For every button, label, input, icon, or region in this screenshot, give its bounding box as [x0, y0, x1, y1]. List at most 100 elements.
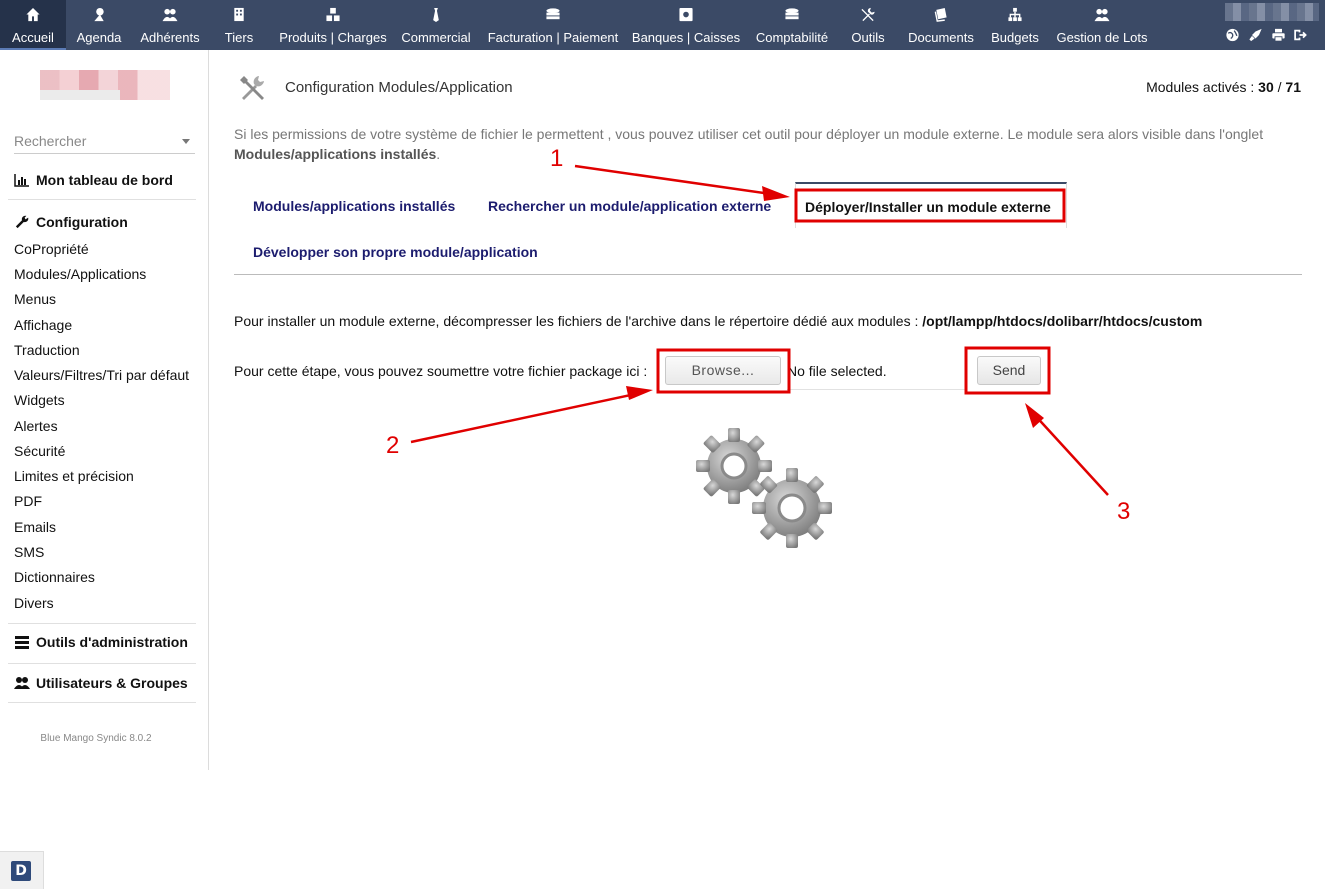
intro-text-end: . [436, 146, 441, 162]
top-right-tools [1219, 0, 1319, 50]
intro-text: Si les permissions de votre système de f… [234, 124, 1296, 164]
sidebar-config-item[interactable]: Sécurité [14, 443, 65, 459]
search-placeholder: Rechercher [14, 133, 87, 149]
annotation-number-3: 3 [1117, 498, 1131, 525]
install-path: /opt/lampp/htdocs/dolibarr/htdocs/custom [922, 313, 1203, 329]
sidebar-item-dashboard[interactable]: Mon tableau de bord [14, 170, 173, 192]
nav-item-label: Facturation | Paiement [487, 30, 619, 45]
install-instructions-text: Pour installer un module externe, décomp… [234, 313, 919, 329]
divider [8, 702, 196, 703]
nav-item-accueil[interactable]: Accueil [0, 0, 66, 50]
nav-item-label: Accueil [12, 30, 54, 45]
nav-item-label: Comptabilité [755, 30, 829, 45]
tools-icon [861, 7, 875, 22]
building-icon [234, 7, 244, 22]
sidebar-config-item[interactable]: Traduction [14, 342, 80, 358]
agenda-icon [94, 7, 104, 22]
wrench-icon [15, 215, 29, 229]
sidebar-config-item[interactable]: CoPropriété [14, 241, 89, 257]
budgets-icon [1008, 7, 1022, 22]
sidebar-config-item[interactable]: Affichage [14, 317, 72, 333]
sidebar-config-item[interactable]: SMS [14, 544, 44, 560]
commercial-icon [433, 7, 439, 22]
tab-develop-own[interactable]: Développer son propre module/application [253, 244, 538, 260]
file-status: No file selected. [787, 363, 887, 379]
sidebar-item-configuration[interactable]: Configuration [14, 212, 128, 234]
bank-icon [679, 7, 693, 22]
sidebar-config-item[interactable]: Menus [14, 291, 56, 307]
bar-chart-icon [14, 174, 29, 187]
nav-item-comptabilit[interactable]: Comptabilité [748, 0, 836, 50]
nav-item-budgets[interactable]: Budgets [984, 0, 1046, 50]
sidebar-config-item[interactable]: Alertes [14, 418, 58, 434]
sidebar-search-select[interactable]: Rechercher [14, 130, 195, 154]
modules-count-label: Modules activés : [1146, 79, 1255, 95]
sidebar-config-item[interactable]: Modules/Applications [14, 266, 146, 282]
sidebar-config-item[interactable]: Widgets [14, 392, 65, 408]
sidebar-item-label: Utilisateurs & Groupes [36, 675, 188, 691]
sidebar-config-item[interactable]: PDF [14, 493, 42, 509]
tab-search-external[interactable]: Rechercher un module/application externe [488, 198, 771, 214]
nav-item-documents[interactable]: Documents [899, 0, 983, 50]
sidebar-config-item[interactable]: Valeurs/Filtres/Tri par défaut [14, 367, 189, 383]
file-field-underline [787, 389, 967, 390]
print-icon[interactable] [1271, 28, 1286, 42]
rocket-icon[interactable] [1248, 28, 1263, 42]
modules-active: 30 [1258, 79, 1274, 95]
modules-total: 71 [1285, 79, 1301, 95]
globe-icon[interactable] [1225, 28, 1240, 42]
annotation-number-2: 2 [386, 432, 400, 459]
nav-item-banques-caisses[interactable]: Banques | Caisses [627, 0, 745, 50]
sidebar-item-label: Outils d'administration [36, 634, 188, 650]
nav-item-adh-rents[interactable]: Adhérents [133, 0, 207, 50]
tools-icon [240, 76, 264, 100]
accounting-icon [785, 8, 799, 20]
nav-item-label: Gestion de Lots [1056, 30, 1148, 45]
gears-icon [696, 428, 832, 548]
install-instructions: Pour installer un module externe, décomp… [234, 313, 1202, 329]
divider [8, 199, 196, 200]
sidebar-item-label: Configuration [36, 214, 128, 230]
nav-item-label: Commercial [401, 30, 471, 45]
nav-item-gestion-de-lots[interactable]: Gestion de Lots [1050, 0, 1154, 50]
app-version: Blue Mango Syndic 8.0.2 [40, 733, 152, 744]
nav-item-outils[interactable]: Outils [838, 0, 898, 50]
company-logo-blurred-line [40, 90, 120, 100]
nav-item-commercial[interactable]: Commercial [395, 0, 477, 50]
home-icon [26, 7, 40, 22]
nav-item-label: Documents [908, 30, 974, 45]
annotation-number-1: 1 [550, 145, 564, 172]
sidebar-config-item[interactable]: Divers [14, 595, 54, 611]
sidebar-config-item[interactable]: Emails [14, 519, 56, 535]
users-icon [14, 677, 30, 689]
sidebar-item-label: Mon tableau de bord [36, 172, 173, 188]
nav-item-label: Budgets [991, 30, 1039, 45]
main-content: Configuration Modules/Application Module… [234, 50, 1304, 610]
nav-item-tiers[interactable]: Tiers [210, 0, 268, 50]
logout-icon[interactable] [1292, 28, 1307, 42]
tabs-divider [234, 274, 1302, 275]
app-dock-logo[interactable]: D [0, 851, 44, 889]
nav-item-facturation-paiement[interactable]: Facturation | Paiement [479, 0, 627, 50]
sidebar-item-users-groups[interactable]: Utilisateurs & Groupes [14, 673, 188, 695]
server-icon [15, 636, 29, 649]
nav-item-label: Produits | Charges [279, 30, 387, 45]
sidebar-item-admin-tools[interactable]: Outils d'administration [14, 632, 188, 654]
members-icon [162, 8, 178, 22]
products-icon [326, 7, 340, 22]
upload-label: Pour cette étape, vous pouvez soumettre … [234, 363, 648, 379]
browse-button[interactable]: Browse... [665, 356, 781, 385]
tab-installed-modules[interactable]: Modules/applications installés [253, 198, 455, 214]
sidebar-config-item[interactable]: Dictionnaires [14, 569, 95, 585]
nav-item-label: Agenda [76, 30, 122, 45]
left-sidebar: Rechercher Mon tableau de bord Configura… [0, 50, 209, 770]
nav-item-agenda[interactable]: Agenda [66, 0, 132, 50]
sidebar-config-item[interactable]: Limites et précision [14, 468, 134, 484]
billing-icon [546, 8, 560, 20]
divider [8, 623, 196, 624]
nav-item-produits-charges[interactable]: Produits | Charges [272, 0, 394, 50]
send-button[interactable]: Send [977, 356, 1041, 385]
modules-count: Modules activés : 30 / 71 [1146, 79, 1301, 95]
tab-deploy-install[interactable]: Déployer/Installer un module externe [795, 182, 1067, 228]
top-navigation-bar: Accueil Agenda Adhérents Tiers Produits | Ch… [0, 0, 1325, 50]
